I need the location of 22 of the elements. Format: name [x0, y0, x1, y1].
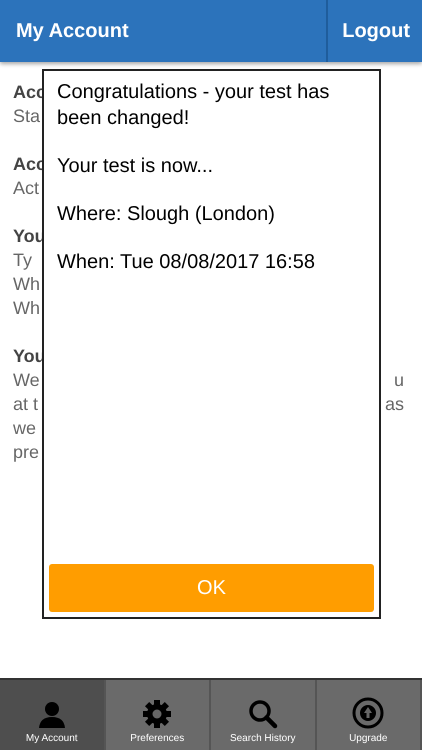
body-text: at t: [13, 394, 38, 414]
body-text: Wh: [13, 274, 40, 294]
body-text: pre: [13, 442, 40, 462]
tab[interactable]: My Account: [0, 680, 106, 750]
body-text: We: [13, 370, 40, 390]
body-text: we: [13, 418, 36, 438]
body-text: u: [394, 370, 404, 390]
body-text: Sta: [13, 106, 40, 126]
screen-title: My Account: [15, 20, 129, 42]
dialog-text: Where: Slough (London): [57, 202, 276, 227]
search-icon: [248, 699, 278, 729]
person-icon: [36, 701, 67, 729]
upgrade-icon: [352, 697, 384, 729]
body-text: as: [384, 394, 404, 414]
settings-icon: [142, 699, 172, 729]
dialog-text: Congratulations - your test has been changed!: [57, 80, 330, 131]
logout-button[interactable]: Logout: [326, 0, 422, 62]
body-text: Wh: [13, 298, 40, 318]
body-text: Act: [13, 178, 40, 198]
dialog-text: When: Tue 08/08/2017 16:58: [57, 250, 316, 275]
body-text: Ty: [13, 250, 32, 270]
dialog-text: Your test is now...: [57, 154, 214, 179]
